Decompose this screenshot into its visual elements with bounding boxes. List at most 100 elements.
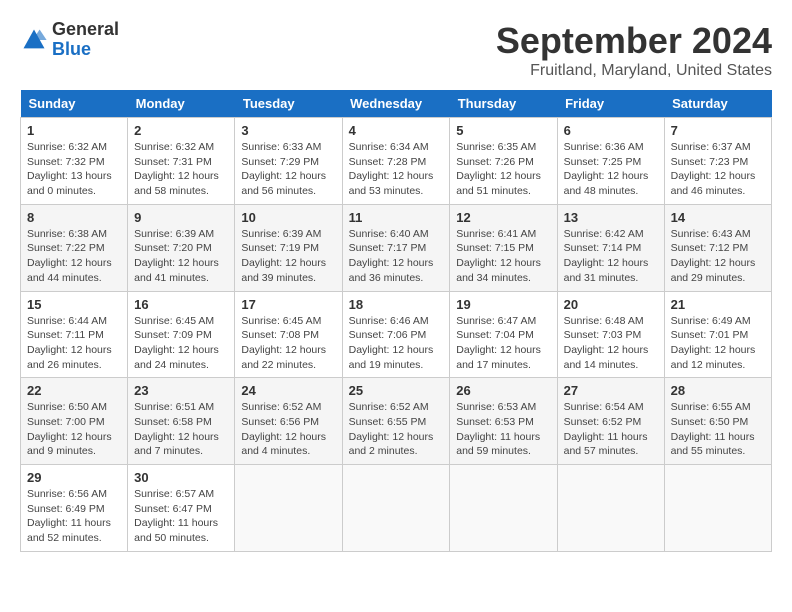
- day-number: 24: [241, 383, 335, 398]
- calendar-cell: 3 Sunrise: 6:33 AM Sunset: 7:29 PM Daylig…: [235, 118, 342, 205]
- day-number: 7: [671, 123, 765, 138]
- calendar-header-monday: Monday: [128, 90, 235, 118]
- day-info: Sunrise: 6:35 AM Sunset: 7:26 PM Dayligh…: [456, 140, 550, 199]
- day-info: Sunrise: 6:55 AM Sunset: 6:50 PM Dayligh…: [671, 400, 765, 459]
- calendar-cell: 1 Sunrise: 6:32 AM Sunset: 7:32 PM Daylig…: [21, 118, 128, 205]
- day-number: 3: [241, 123, 335, 138]
- day-info: Sunrise: 6:54 AM Sunset: 6:52 PM Dayligh…: [564, 400, 658, 459]
- day-info: Sunrise: 6:43 AM Sunset: 7:12 PM Dayligh…: [671, 227, 765, 286]
- month-title: September 2024: [496, 20, 772, 62]
- calendar-week-5: 29 Sunrise: 6:56 AM Sunset: 6:49 PM Dayli…: [21, 465, 772, 552]
- day-info: Sunrise: 6:33 AM Sunset: 7:29 PM Dayligh…: [241, 140, 335, 199]
- calendar-cell: 8 Sunrise: 6:38 AM Sunset: 7:22 PM Daylig…: [21, 204, 128, 291]
- calendar-cell: 24Sunrise: 6:52 AM Sunset: 6:56 PM Dayli…: [235, 378, 342, 465]
- day-info: Sunrise: 6:32 AM Sunset: 7:32 PM Dayligh…: [27, 140, 121, 199]
- day-info: Sunrise: 6:50 AM Sunset: 7:00 PM Dayligh…: [27, 400, 121, 459]
- day-number: 2: [134, 123, 228, 138]
- day-info: Sunrise: 6:42 AM Sunset: 7:14 PM Dayligh…: [564, 227, 658, 286]
- day-info: Sunrise: 6:48 AM Sunset: 7:03 PM Dayligh…: [564, 314, 658, 373]
- calendar-week-4: 22 Sunrise: 6:50 AM Sunset: 7:00 PM Dayli…: [21, 378, 772, 465]
- day-number: 19: [456, 297, 550, 312]
- calendar-cell: [450, 465, 557, 552]
- day-number: 15: [27, 297, 121, 312]
- calendar-cell: 6 Sunrise: 6:36 AM Sunset: 7:25 PM Daylig…: [557, 118, 664, 205]
- day-info: Sunrise: 6:39 AM Sunset: 7:19 PM Dayligh…: [241, 227, 335, 286]
- day-number: 6: [564, 123, 658, 138]
- day-number: 10: [241, 210, 335, 225]
- day-number: 20: [564, 297, 658, 312]
- calendar-header-sunday: Sunday: [21, 90, 128, 118]
- day-info: Sunrise: 6:56 AM Sunset: 6:49 PM Dayligh…: [27, 487, 121, 546]
- day-info: Sunrise: 6:45 AM Sunset: 7:09 PM Dayligh…: [134, 314, 228, 373]
- calendar-week-2: 8 Sunrise: 6:38 AM Sunset: 7:22 PM Daylig…: [21, 204, 772, 291]
- calendar-cell: 17 Sunrise: 6:45 AM Sunset: 7:08 PM Dayli…: [235, 291, 342, 378]
- day-info: Sunrise: 6:46 AM Sunset: 7:06 PM Dayligh…: [349, 314, 444, 373]
- day-info: Sunrise: 6:45 AM Sunset: 7:08 PM Dayligh…: [241, 314, 335, 373]
- logo-icon: [20, 26, 48, 54]
- location-title: Fruitland, Maryland, United States: [496, 62, 772, 80]
- calendar-cell: 21Sunrise: 6:49 AM Sunset: 7:01 PM Dayli…: [664, 291, 771, 378]
- day-number: 12: [456, 210, 550, 225]
- calendar-body: 1 Sunrise: 6:32 AM Sunset: 7:32 PM Daylig…: [21, 118, 772, 552]
- day-number: 16: [134, 297, 228, 312]
- calendar-cell: 22 Sunrise: 6:50 AM Sunset: 7:00 PM Dayli…: [21, 378, 128, 465]
- day-info: Sunrise: 6:52 AM Sunset: 6:55 PM Dayligh…: [349, 400, 444, 459]
- calendar-header-tuesday: Tuesday: [235, 90, 342, 118]
- calendar-cell: [235, 465, 342, 552]
- day-number: 29: [27, 470, 121, 485]
- calendar-cell: 20 Sunrise: 6:48 AM Sunset: 7:03 PM Dayli…: [557, 291, 664, 378]
- day-info: Sunrise: 6:40 AM Sunset: 7:17 PM Dayligh…: [349, 227, 444, 286]
- calendar-cell: 14 Sunrise: 6:43 AM Sunset: 7:12 PM Dayli…: [664, 204, 771, 291]
- day-number: 1: [27, 123, 121, 138]
- day-info: Sunrise: 6:44 AM Sunset: 7:11 PM Dayligh…: [27, 314, 121, 373]
- calendar-cell: 26 Sunrise: 6:53 AM Sunset: 6:53 PM Dayli…: [450, 378, 557, 465]
- day-number: 26: [456, 383, 550, 398]
- calendar-cell: 27 Sunrise: 6:54 AM Sunset: 6:52 PM Dayli…: [557, 378, 664, 465]
- day-info: Sunrise: 6:34 AM Sunset: 7:28 PM Dayligh…: [349, 140, 444, 199]
- day-info: Sunrise: 6:41 AM Sunset: 7:15 PM Dayligh…: [456, 227, 550, 286]
- calendar-cell: 11 Sunrise: 6:40 AM Sunset: 7:17 PM Dayli…: [342, 204, 450, 291]
- day-number: 27: [564, 383, 658, 398]
- day-number: 30: [134, 470, 228, 485]
- day-number: 23: [134, 383, 228, 398]
- calendar-header-row: SundayMondayTuesdayWednesdayThursdayFrid…: [21, 90, 772, 118]
- calendar-cell: 16 Sunrise: 6:45 AM Sunset: 7:09 PM Dayli…: [128, 291, 235, 378]
- calendar-cell: 29 Sunrise: 6:56 AM Sunset: 6:49 PM Dayli…: [21, 465, 128, 552]
- calendar-week-1: 1 Sunrise: 6:32 AM Sunset: 7:32 PM Daylig…: [21, 118, 772, 205]
- calendar-cell: 15 Sunrise: 6:44 AM Sunset: 7:11 PM Dayli…: [21, 291, 128, 378]
- day-info: Sunrise: 6:38 AM Sunset: 7:22 PM Dayligh…: [27, 227, 121, 286]
- calendar-cell: 28 Sunrise: 6:55 AM Sunset: 6:50 PM Dayli…: [664, 378, 771, 465]
- day-number: 25: [349, 383, 444, 398]
- calendar-cell: 19 Sunrise: 6:47 AM Sunset: 7:04 PM Dayli…: [450, 291, 557, 378]
- day-number: 17: [241, 297, 335, 312]
- calendar-cell: 7Sunrise: 6:37 AM Sunset: 7:23 PM Daylig…: [664, 118, 771, 205]
- day-info: Sunrise: 6:53 AM Sunset: 6:53 PM Dayligh…: [456, 400, 550, 459]
- day-number: 18: [349, 297, 444, 312]
- day-number: 8: [27, 210, 121, 225]
- day-number: 22: [27, 383, 121, 398]
- calendar-cell: 4 Sunrise: 6:34 AM Sunset: 7:28 PM Daylig…: [342, 118, 450, 205]
- page-header: General Blue September 2024 Fruitland, M…: [20, 20, 772, 80]
- calendar-week-3: 15 Sunrise: 6:44 AM Sunset: 7:11 PM Dayli…: [21, 291, 772, 378]
- day-number: 28: [671, 383, 765, 398]
- day-number: 11: [349, 210, 444, 225]
- day-info: Sunrise: 6:39 AM Sunset: 7:20 PM Dayligh…: [134, 227, 228, 286]
- day-info: Sunrise: 6:32 AM Sunset: 7:31 PM Dayligh…: [134, 140, 228, 199]
- calendar-header-thursday: Thursday: [450, 90, 557, 118]
- day-number: 14: [671, 210, 765, 225]
- calendar-cell: 9Sunrise: 6:39 AM Sunset: 7:20 PM Daylig…: [128, 204, 235, 291]
- day-info: Sunrise: 6:57 AM Sunset: 6:47 PM Dayligh…: [134, 487, 228, 546]
- calendar-cell: [557, 465, 664, 552]
- calendar-header-friday: Friday: [557, 90, 664, 118]
- calendar-cell: [664, 465, 771, 552]
- calendar-cell: 18 Sunrise: 6:46 AM Sunset: 7:06 PM Dayli…: [342, 291, 450, 378]
- calendar-table: SundayMondayTuesdayWednesdayThursdayFrid…: [20, 90, 772, 552]
- calendar-header-saturday: Saturday: [664, 90, 771, 118]
- calendar-cell: 2 Sunrise: 6:32 AM Sunset: 7:31 PM Daylig…: [128, 118, 235, 205]
- day-info: Sunrise: 6:47 AM Sunset: 7:04 PM Dayligh…: [456, 314, 550, 373]
- day-number: 21: [671, 297, 765, 312]
- day-number: 4: [349, 123, 444, 138]
- day-info: Sunrise: 6:36 AM Sunset: 7:25 PM Dayligh…: [564, 140, 658, 199]
- calendar-cell: 12 Sunrise: 6:41 AM Sunset: 7:15 PM Dayli…: [450, 204, 557, 291]
- logo: General Blue: [20, 20, 119, 60]
